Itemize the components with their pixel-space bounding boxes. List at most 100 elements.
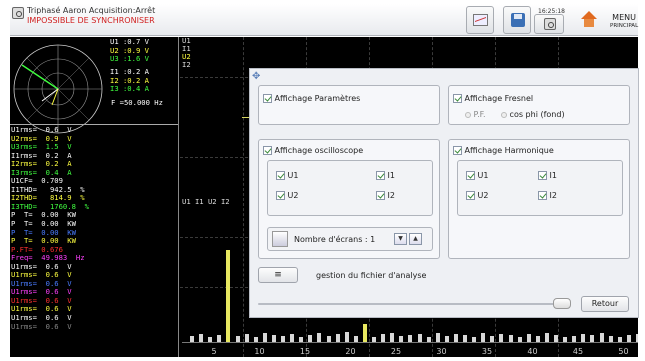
home-button[interactable] [575,6,603,34]
fresnel-checkbox[interactable] [453,94,462,103]
harmonic-bar [481,333,486,342]
osc-u2-checkbox[interactable] [276,191,285,200]
harmonic-bar [262,333,267,342]
home-icon [581,11,597,27]
harmonic-bar [335,334,340,342]
screens-down-button[interactable]: ▼ [394,233,407,245]
pf-radio[interactable]: P.F. [465,110,486,119]
harmonic-bar [590,335,595,342]
osc-i1-label: I1 [387,171,395,180]
save-icon [511,13,525,27]
oscillo-group: Affichage oscilloscope U1 I1 U2 I2 Nombr… [258,139,440,259]
harmonic-tick-label: 25 [390,347,402,356]
app-icon [12,7,24,19]
har-i2-checkbox[interactable] [538,191,547,200]
scroll-slider-knob[interactable] [553,298,571,309]
harmonic-tick-label: 5 [211,347,217,356]
har-i2-option[interactable]: I2 [538,191,557,200]
har-u2-label: U2 [477,191,489,200]
graph-icon [473,14,488,26]
sync-status: IMPOSSIBLE DE SYNCHRONISER [27,16,155,25]
params-checkbox[interactable] [263,94,272,103]
graph-view-button[interactable] [466,6,494,34]
file-analysis-label: gestion du fichier d'analyse [316,271,427,280]
harmonic-bar [308,335,313,342]
params-group: Affichage Paramètres [258,85,440,125]
display-settings-dialog: ✥ Affichage Paramètres Affichage Fresnel… [249,68,639,318]
fresnel-voltages: U1 :0.7 V U2 :0.9 V U3 :1.6 V [110,37,149,64]
harmonic-bar [499,334,504,342]
cosphi-label: cos phi (fond) [509,110,565,119]
move-handle-icon[interactable]: ✥ [252,71,260,82]
fresnel-option[interactable]: Affichage Fresnel [453,94,533,103]
main-menu-button[interactable]: MENU PRINCIPAL [610,14,638,30]
screens-icon [272,231,288,247]
harmonic-bar [581,334,586,342]
file-icon: ≡ [274,270,282,280]
harmonic-tick-label: 50 [618,347,629,356]
harmonic-tick-label: 40 [527,347,538,356]
harmonic-bar [417,334,422,342]
har-i1-option[interactable]: I1 [538,171,557,180]
har-u1-option[interactable]: U1 [466,171,489,180]
harmonic-group: Affichage Harmonique U1 I1 U2 I2 [448,139,630,259]
harmo-checkbox[interactable] [453,146,462,155]
device-button[interactable] [534,14,564,34]
har-i2-label: I2 [549,191,557,200]
osc-u1-checkbox[interactable] [276,171,285,180]
harmonic-bar [381,334,386,342]
oscillo-checkbox[interactable] [263,146,272,155]
screens-up-button[interactable]: ▲ [409,233,422,245]
cosphi-radio[interactable]: cos phi (fond) [501,110,565,119]
harmonic-bar [317,333,322,342]
harmonic-tick-label: 20 [345,347,356,356]
fresnel-label: Affichage Fresnel [464,94,534,103]
harmonic-tick-label: 35 [481,347,493,356]
osc-u2-option[interactable]: U2 [276,191,299,200]
harmonic-bar [435,333,440,342]
retour-button[interactable]: Retour [581,296,629,312]
osc-u1-label: U1 [287,171,299,180]
harmonic-legend: U1 I1 U2 I2 [182,197,230,206]
device-icon [544,18,556,30]
oscillo-channels: U1 I1 U2 I2 [267,160,433,216]
params-option[interactable]: Affichage Paramètres [263,94,360,103]
osc-i2-checkbox[interactable] [376,191,385,200]
osc-u2-label: U2 [287,191,299,200]
harmo-label: Affichage Harmonique [464,146,554,155]
osc-u1-option[interactable]: U1 [276,171,299,180]
har-i1-label: I1 [549,171,557,180]
osc-i1-option[interactable]: I1 [376,171,395,180]
har-i1-checkbox[interactable] [538,171,547,180]
harmonic-tick-label: 15 [299,347,311,356]
fresnel-group: Affichage Fresnel P.F. cos phi (fond) [448,85,630,125]
harmonic-bar [508,335,513,342]
harmonic-bar [526,334,531,342]
harmonic-bar [290,334,295,342]
harmonic-bar [362,324,367,342]
harmonic-bar [199,334,204,342]
osc-i1-checkbox[interactable] [376,171,385,180]
harmonic-bar [244,334,249,342]
save-button[interactable] [503,6,531,34]
scroll-slider-track[interactable] [258,303,568,305]
harmonic-tick-label: 30 [436,347,447,356]
menu-label: MENU [612,13,636,22]
harmonic-bar [626,335,631,342]
har-u1-checkbox[interactable] [466,171,475,180]
file-analysis-button[interactable]: ≡ [258,267,298,283]
harmonic-bar [344,332,349,342]
oscillo-option[interactable]: Affichage oscilloscope [263,146,363,155]
harmo-option[interactable]: Affichage Harmonique [453,146,554,155]
fresnel-currents: I1 :0.2 A I2 :0.2 A I3 :0.4 A [110,67,149,94]
har-u2-checkbox[interactable] [466,191,475,200]
window-title: Triphasé Aaron Acquisition:Arrêt [27,6,156,15]
u3-value: U3 :1.6 V [110,54,149,64]
frequency-value: F =50.000 Hz [111,98,163,107]
harmonic-bar [390,333,395,342]
harmonic-bar [554,335,558,342]
har-u2-option[interactable]: U2 [466,191,489,200]
harmonic-axis [182,342,638,343]
osc-i2-option[interactable]: I2 [376,191,395,200]
harmonic-bar [408,335,413,342]
